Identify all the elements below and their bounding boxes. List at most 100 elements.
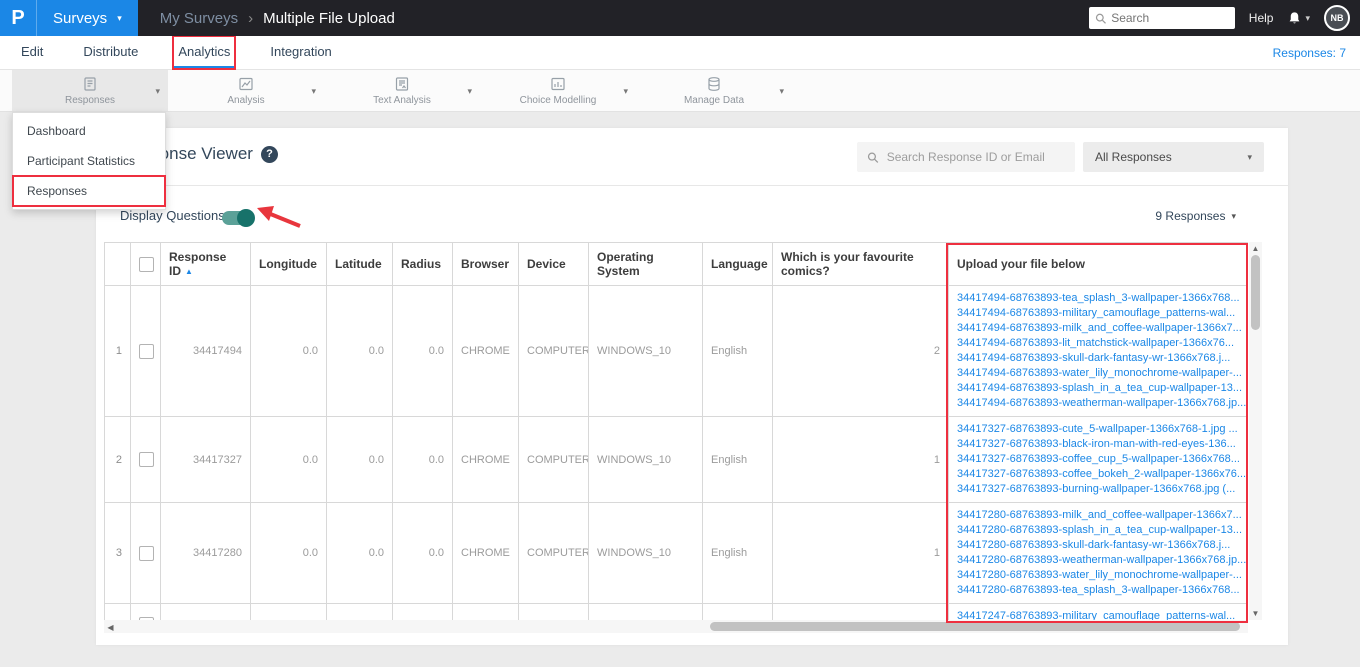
response-table-container: Response ID ▲ Longitude Latitude Radius B… (104, 242, 1248, 620)
tab-edit[interactable]: Edit (16, 36, 48, 69)
uploaded-file-link[interactable]: 34417494-68763893-water_lily_monochrome-… (957, 366, 1242, 381)
tab-distribute[interactable]: Distribute (78, 36, 143, 69)
response-filter-dropdown[interactable]: All Responses ▾ (1083, 142, 1264, 172)
uploaded-file-link[interactable]: 34417494-68763893-military_camouflage_pa… (957, 306, 1240, 321)
uploaded-file-link[interactable]: 34417327-68763893-black-iron-man-with-re… (957, 437, 1240, 452)
menu-item-participant-statistics[interactable]: Participant Statistics (13, 146, 165, 176)
tab-integration[interactable]: Integration (265, 36, 336, 69)
uploaded-file-link[interactable]: 34417494-68763893-tea_splash_3-wallpaper… (957, 291, 1240, 306)
global-search[interactable] (1088, 7, 1235, 29)
uploaded-file-link[interactable]: 34417247-68763893-military_camouflage_pa… (957, 609, 1240, 620)
menu-item-responses[interactable]: Responses (12, 175, 166, 207)
notifications-button[interactable]: ▾ (1287, 11, 1310, 26)
toolbar-label: Text Analysis (373, 94, 431, 106)
vertical-scrollbar[interactable]: ▲ ▼ (1249, 242, 1262, 620)
toolbar-text-analysis[interactable]: Text Analysis ▾ (324, 70, 480, 111)
header-upload-file[interactable]: Upload your file below (948, 242, 1248, 286)
app-logo[interactable]: P (0, 0, 37, 36)
radius-cell: 0.0 (392, 502, 453, 604)
upload-files-cell: 34417247-68763893-military_camouflage_pa… (948, 603, 1248, 620)
language-cell: English (702, 416, 773, 503)
toolbar-responses[interactable]: Responses ▾ (12, 70, 168, 111)
scroll-up-icon[interactable]: ▲ (1249, 243, 1262, 254)
toolbar-choice-modelling[interactable]: Choice Modelling ▾ (480, 70, 636, 111)
uploaded-file-link[interactable]: 34417327-68763893-coffee_bokeh_2-wallpap… (957, 467, 1246, 482)
row-index: 2 (104, 416, 131, 503)
chevron-down-icon: ▾ (155, 86, 160, 96)
response-table: Response ID ▲ Longitude Latitude Radius B… (104, 242, 1248, 620)
row-checkbox[interactable] (139, 545, 154, 561)
responses-count-dropdown[interactable]: 9 Responses ▾ (1155, 209, 1236, 223)
text-analysis-icon (395, 76, 409, 91)
toolbar-label: Responses (64, 94, 116, 106)
surveys-menu-button[interactable]: Surveys ▾ (37, 0, 138, 36)
row-checkbox[interactable] (139, 343, 154, 359)
horizontal-scrollbar-thumb[interactable] (710, 622, 1240, 631)
uploaded-file-link[interactable]: 34417280-68763893-splash_in_a_tea_cup-wa… (957, 523, 1242, 538)
language-cell: English (702, 502, 773, 604)
uploaded-file-link[interactable]: 34417280-68763893-skull-dark-fantasy-wr-… (957, 538, 1240, 553)
device-cell (518, 603, 589, 620)
header-radius[interactable]: Radius (392, 242, 453, 286)
response-search-input[interactable] (886, 150, 1065, 164)
header-operating-system[interactable]: Operating System (588, 242, 703, 286)
uploaded-file-link[interactable]: 34417494-68763893-splash_in_a_tea_cup-wa… (957, 381, 1242, 396)
bell-icon (1290, 11, 1300, 23)
row-checkbox[interactable] (139, 452, 154, 467)
select-all-checkbox[interactable] (139, 256, 154, 272)
menu-item-dashboard[interactable]: Dashboard (13, 116, 165, 146)
header-browser[interactable]: Browser (452, 242, 519, 286)
row-checkbox-cell (130, 502, 161, 604)
help-circle-icon[interactable]: ? (260, 145, 278, 163)
uploaded-file-link[interactable]: 34417280-68763893-tea_splash_3-wallpaper… (957, 583, 1240, 598)
table-row: 1 34417494 0.0 0.0 0.0 CHROME COMPUTER W… (104, 285, 1248, 417)
header-language[interactable]: Language (702, 242, 773, 286)
header-device[interactable]: Device (518, 242, 589, 286)
analysis-icon (239, 77, 253, 90)
comics-cell (772, 603, 949, 620)
comics-cell: 1 (772, 502, 949, 604)
device-cell: COMPUTER (518, 285, 589, 417)
os-cell: WINDOWS_10 (588, 285, 703, 417)
uploaded-file-link[interactable]: 34417280-68763893-milk_and_coffee-wallpa… (957, 508, 1242, 523)
avatar[interactable]: NB (1324, 5, 1350, 31)
row-checkbox-cell (130, 285, 161, 417)
toggle-knob (237, 209, 255, 227)
header-latitude[interactable]: Latitude (326, 242, 393, 286)
help-link[interactable]: Help (1249, 11, 1274, 25)
tab-analytics[interactable]: Analytics (172, 35, 237, 70)
uploaded-file-link[interactable]: 34417280-68763893-water_lily_monochrome-… (957, 568, 1242, 583)
chevron-down-icon: ▾ (623, 86, 628, 96)
horizontal-scrollbar[interactable]: ◀ (104, 620, 1248, 633)
language-cell: English (702, 285, 773, 417)
vertical-scrollbar-thumb[interactable] (1251, 255, 1260, 330)
uploaded-file-link[interactable]: 34417327-68763893-coffee_cup_5-wallpaper… (957, 452, 1240, 467)
header-comics-question[interactable]: Which is your favourite comics? (772, 242, 949, 286)
uploaded-file-link[interactable]: 34417494-68763893-lit_matchstick-wallpap… (957, 336, 1240, 351)
toolbar-manage-data[interactable]: Manage Data ▾ (636, 70, 792, 111)
chevron-down-icon: ▾ (467, 86, 472, 96)
chevron-down-icon: ▾ (1305, 12, 1310, 23)
response-id-cell: 34417327 (160, 416, 251, 503)
toolbar-analysis[interactable]: Analysis ▾ (168, 70, 324, 111)
uploaded-file-link[interactable]: 34417327-68763893-burning-wallpaper-1366… (957, 482, 1240, 497)
response-search[interactable] (857, 142, 1075, 172)
row-checkbox-cell (130, 603, 161, 620)
survey-nav-tabs: Edit Distribute Analytics Integration Re… (0, 35, 1360, 70)
uploaded-file-link[interactable]: 34417494-68763893-weatherman-wallpaper-1… (957, 396, 1246, 411)
uploaded-file-link[interactable]: 34417494-68763893-skull-dark-fantasy-wr-… (957, 351, 1240, 366)
manage-data-icon (708, 76, 720, 91)
global-search-input[interactable] (1111, 11, 1229, 25)
display-questions-toggle[interactable] (222, 209, 255, 227)
header-longitude[interactable]: Longitude (250, 242, 327, 286)
uploaded-file-link[interactable]: 34417280-68763893-weatherman-wallpaper-1… (957, 553, 1246, 568)
uploaded-file-link[interactable]: 34417494-68763893-milk_and_coffee-wallpa… (957, 321, 1242, 336)
header-response-id[interactable]: Response ID ▲ (160, 242, 251, 286)
browser-cell (452, 603, 519, 620)
uploaded-file-link[interactable]: 34417327-68763893-cute_5-wallpaper-1366x… (957, 422, 1240, 437)
breadcrumb-my-surveys[interactable]: My Surveys (160, 10, 238, 27)
scroll-down-icon[interactable]: ▼ (1249, 608, 1262, 619)
upload-files-cell: 34417327-68763893-cute_5-wallpaper-1366x… (948, 416, 1248, 503)
radius-cell (392, 603, 453, 620)
scroll-left-icon[interactable]: ◀ (104, 622, 117, 633)
